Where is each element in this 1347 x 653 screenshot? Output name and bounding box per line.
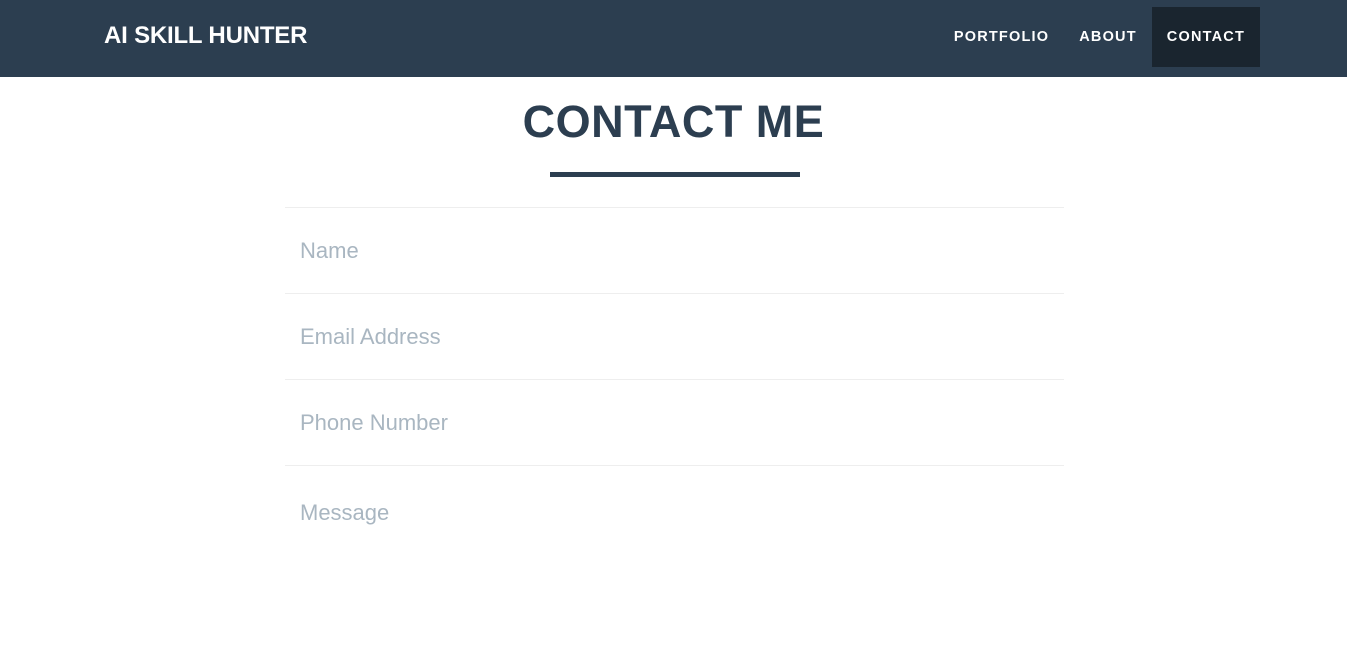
name-field[interactable]: [300, 238, 1040, 264]
page-title: CONTACT ME: [522, 96, 825, 147]
title-divider: [550, 172, 800, 177]
phone-field[interactable]: [300, 410, 1040, 436]
navbar: AI SKILL HUNTER PORTFOLIO ABOUT CONTACT: [0, 0, 1347, 77]
message-field-group: [285, 465, 1064, 605]
email-field-group: [285, 293, 1064, 379]
contact-form: [285, 207, 1064, 605]
nav-link-about[interactable]: ABOUT: [1064, 7, 1152, 67]
nav-links: PORTFOLIO ABOUT CONTACT: [939, 7, 1260, 67]
email-field[interactable]: [300, 324, 1040, 350]
name-field-group: [285, 207, 1064, 293]
brand-logo-link[interactable]: AI SKILL HUNTER: [104, 22, 307, 50]
phone-field-group: [285, 379, 1064, 465]
nav-link-portfolio[interactable]: PORTFOLIO: [939, 7, 1064, 67]
nav-link-contact[interactable]: CONTACT: [1151, 7, 1260, 67]
message-field[interactable]: [300, 500, 1040, 590]
